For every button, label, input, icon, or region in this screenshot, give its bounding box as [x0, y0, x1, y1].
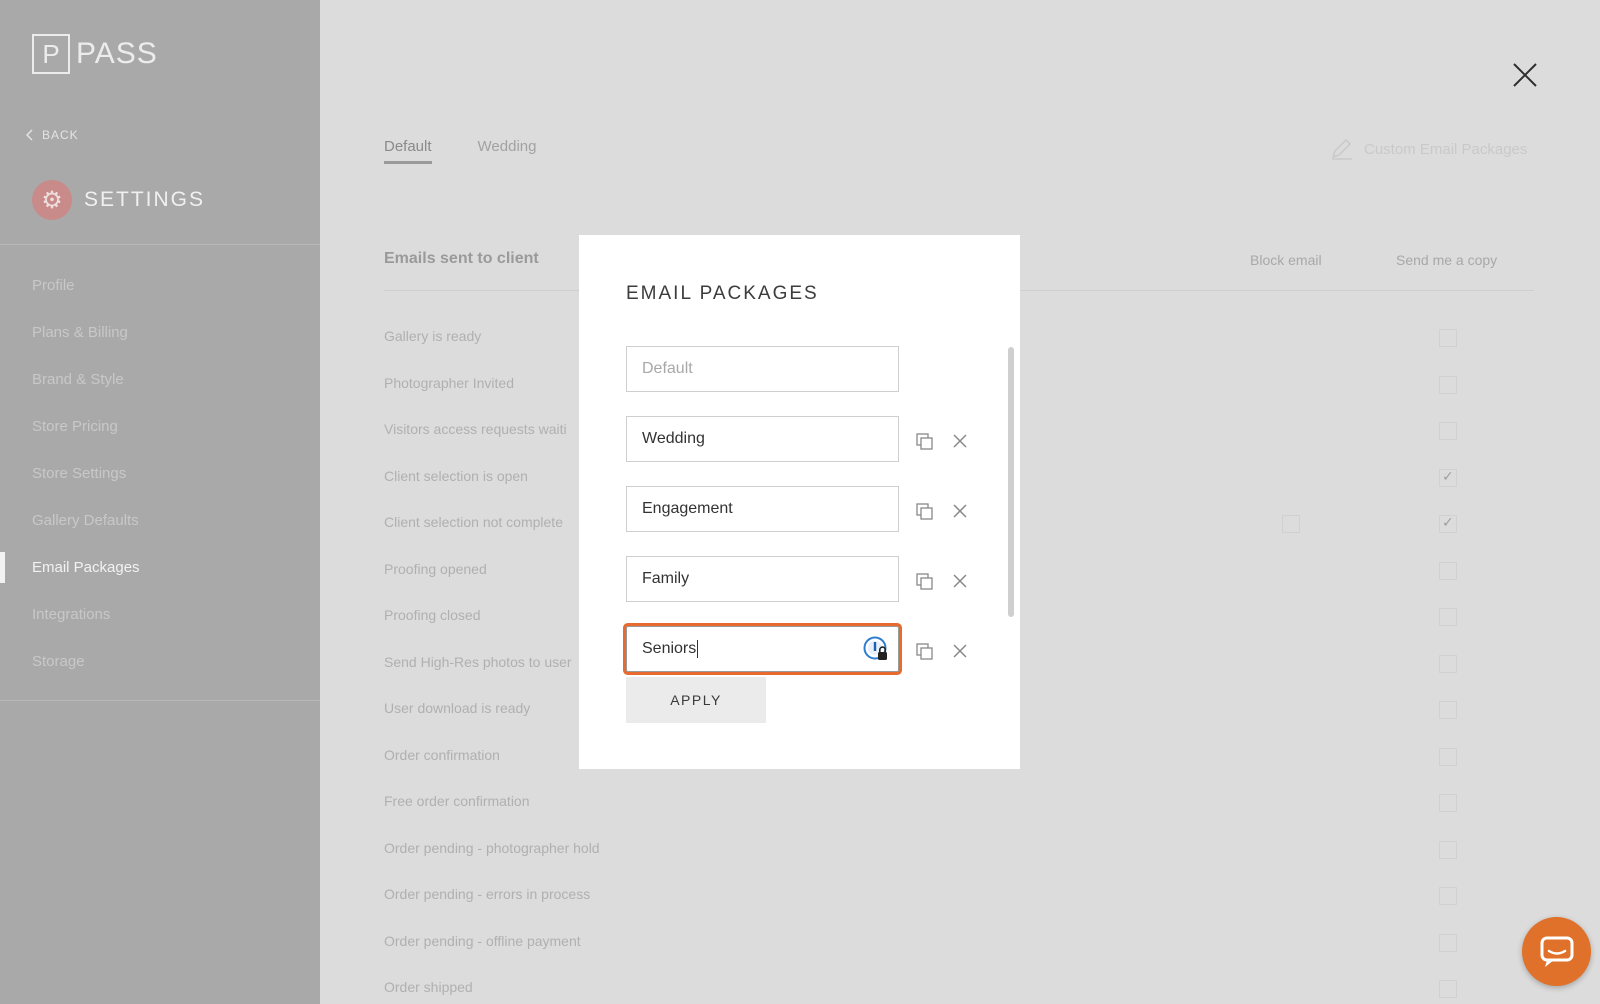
- emails-heading: Emails sent to client: [384, 250, 539, 267]
- package-row: Family: [626, 556, 976, 602]
- email-row-label: Send High-Res photos to user: [384, 653, 572, 670]
- email-row-label: Client selection not complete: [384, 514, 563, 530]
- sidebar-nav: Profile Plans & Billing Brand & Style St…: [0, 262, 320, 685]
- send-copy-checkbox[interactable]: [1439, 701, 1457, 719]
- back-link[interactable]: BACK: [26, 128, 79, 142]
- send-copy-checkbox[interactable]: [1439, 375, 1457, 394]
- gear-icon: ⚙: [32, 180, 72, 220]
- custom-email-packages-button[interactable]: Custom Email Packages: [1330, 138, 1527, 160]
- package-input-engagement[interactable]: Engagement: [626, 486, 899, 532]
- password-manager-icon[interactable]: [863, 636, 889, 662]
- modal-title: EMAIL PACKAGES: [626, 283, 819, 304]
- pencil-icon: [1331, 138, 1352, 160]
- chat-bubble-icon: [1540, 936, 1573, 967]
- settings-title: SETTINGS: [84, 188, 206, 211]
- email-row-label: Order pending - errors in process: [384, 886, 591, 902]
- back-label: BACK: [42, 128, 79, 142]
- divider: [0, 244, 320, 245]
- apply-button[interactable]: APPLY: [626, 677, 766, 723]
- settings-header: ⚙ SETTINGS: [32, 180, 205, 220]
- sidebar-item-store-settings[interactable]: Store Settings: [0, 450, 320, 497]
- package-row: Engagement: [626, 486, 976, 532]
- package-input-family[interactable]: Family: [626, 556, 899, 602]
- send-copy-checkbox[interactable]: [1439, 887, 1457, 905]
- sidebar-item-profile[interactable]: Profile: [0, 262, 320, 309]
- package-tabs: Default Wedding: [384, 138, 536, 164]
- send-copy-checkbox[interactable]: [1439, 468, 1457, 487]
- package-row: Wedding: [626, 416, 976, 462]
- send-copy-checkbox[interactable]: [1439, 561, 1457, 580]
- email-row-label: Order pending - photographer hold: [384, 839, 600, 856]
- block-email-checkbox[interactable]: [1282, 515, 1300, 533]
- email-row-label: Order pending - offline payment: [384, 932, 581, 949]
- block-email-header: Block email: [1250, 252, 1322, 268]
- email-row-label: Order confirmation: [384, 746, 500, 763]
- send-copy-header: Send me a copy: [1396, 252, 1498, 268]
- package-input-value: Seniors: [642, 640, 697, 657]
- package-input-seniors[interactable]: Seniors: [626, 626, 899, 672]
- package-input-default[interactable]: Default: [626, 346, 899, 392]
- email-row-label: User download is ready: [384, 700, 531, 716]
- send-copy-checkbox[interactable]: [1439, 422, 1457, 440]
- send-copy-checkbox[interactable]: [1439, 980, 1457, 998]
- tab-default[interactable]: Default: [384, 138, 432, 164]
- package-row: Seniors: [626, 626, 976, 672]
- sidebar-item-store-pricing[interactable]: Store Pricing: [0, 403, 320, 450]
- text-caret: [697, 639, 699, 658]
- send-copy-checkbox[interactable]: [1439, 840, 1457, 859]
- copy-icon[interactable]: [916, 643, 934, 661]
- sidebar-item-storage[interactable]: Storage: [0, 638, 320, 685]
- email-row-label: Free order confirmation: [384, 793, 530, 809]
- copy-icon[interactable]: [916, 433, 934, 451]
- email-row-label: Order shipped: [384, 979, 473, 995]
- package-input-wedding[interactable]: Wedding: [626, 416, 899, 462]
- chevron-left-icon: [26, 129, 33, 141]
- logo[interactable]: P PASS: [32, 34, 158, 74]
- send-copy-checkbox[interactable]: [1439, 794, 1457, 812]
- close-icon[interactable]: [952, 573, 968, 589]
- sidebar-item-brand-style[interactable]: Brand & Style: [0, 356, 320, 403]
- package-row: Default: [626, 346, 976, 392]
- email-row-label: Proofing opened: [384, 560, 487, 577]
- tab-wedding[interactable]: Wedding: [478, 138, 537, 164]
- custom-email-packages-label: Custom Email Packages: [1364, 140, 1528, 158]
- close-icon[interactable]: [952, 643, 968, 659]
- chat-button[interactable]: [1522, 917, 1591, 986]
- email-row-label: Gallery is ready: [384, 328, 482, 344]
- email-row-label: Photographer Invited: [384, 374, 514, 391]
- logo-mark: P: [32, 34, 70, 74]
- email-row-label: Client selection is open: [384, 467, 528, 484]
- close-icon[interactable]: [952, 433, 968, 449]
- sidebar-item-plans-billing[interactable]: Plans & Billing: [0, 309, 320, 356]
- divider: [0, 700, 320, 701]
- sidebar-item-integrations[interactable]: Integrations: [0, 591, 320, 638]
- send-copy-checkbox[interactable]: [1439, 329, 1457, 347]
- close-icon[interactable]: [1510, 60, 1540, 90]
- sidebar-item-gallery-defaults[interactable]: Gallery Defaults: [0, 497, 320, 544]
- email-row-label: Visitors access requests waiti: [384, 421, 567, 437]
- email-packages-modal: EMAIL PACKAGES Default Wedding Engagemen…: [579, 235, 1020, 769]
- send-copy-checkbox[interactable]: [1439, 747, 1457, 766]
- send-copy-checkbox[interactable]: [1439, 933, 1457, 952]
- copy-icon[interactable]: [916, 503, 934, 521]
- sidebar-item-email-packages[interactable]: Email Packages: [0, 544, 320, 591]
- sidebar: P PASS BACK ⚙ SETTINGS Profile Plans & B…: [0, 0, 320, 1004]
- copy-icon[interactable]: [916, 573, 934, 591]
- logo-text: PASS: [76, 37, 158, 70]
- close-icon[interactable]: [952, 503, 968, 519]
- email-row-label: Proofing closed: [384, 607, 481, 623]
- modal-scrollbar[interactable]: [1008, 347, 1014, 617]
- send-copy-checkbox[interactable]: [1439, 608, 1457, 626]
- send-copy-checkbox[interactable]: [1439, 514, 1457, 533]
- send-copy-checkbox[interactable]: [1439, 654, 1457, 673]
